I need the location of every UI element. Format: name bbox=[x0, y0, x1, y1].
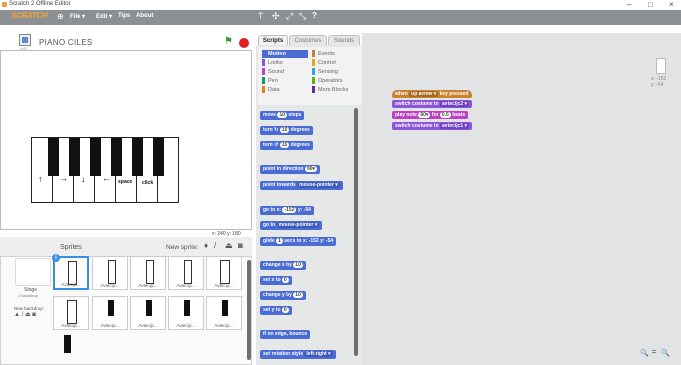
sprite-thumb[interactable]: Avtecijc... bbox=[92, 256, 128, 290]
block-set-y[interactable]: set y to 0 bbox=[260, 306, 292, 315]
globe-icon[interactable]: ⊕ bbox=[57, 12, 64, 21]
black-key bbox=[90, 138, 101, 176]
sprite-thumb[interactable]: Avtecijc... bbox=[206, 296, 242, 330]
space-label: space bbox=[118, 179, 133, 185]
zoom-out-icon[interactable]: 🔍 bbox=[640, 349, 649, 357]
category-data[interactable]: Data bbox=[262, 86, 280, 94]
tab-scripts[interactable]: Scripts bbox=[258, 35, 288, 45]
shrink-tool-icon[interactable]: ⤡ bbox=[299, 11, 306, 22]
close-button[interactable]: × bbox=[669, 0, 674, 9]
script-switch-costume-2[interactable]: switch costume to avtecijc1 ▾ bbox=[392, 122, 473, 130]
script-when-key-pressed[interactable]: when up arrow ▾ key pressed bbox=[392, 90, 472, 98]
grow-tool-icon[interactable]: ⤢ bbox=[286, 11, 293, 22]
sprite-thumb[interactable]: Avtecijc... bbox=[168, 296, 204, 330]
block-set-rotation-style[interactable]: set rotation style left-right ▾ bbox=[260, 350, 336, 359]
sprite-thumb[interactable]: Avtecijc... bbox=[168, 256, 204, 290]
black-key bbox=[153, 138, 164, 176]
block-point-in-direction[interactable]: point in direction 90▾ bbox=[260, 165, 321, 174]
block-change-y[interactable]: change y by 10 bbox=[260, 291, 306, 300]
arrow-left-label: ← bbox=[102, 173, 111, 183]
category-more-blocks[interactable]: More Blocks bbox=[312, 86, 348, 94]
menu-about[interactable]: About bbox=[136, 13, 153, 19]
new-sprite-label: New sprite: bbox=[166, 244, 199, 251]
script-switch-costume-1[interactable]: switch costume to avtecijc2 ▾ bbox=[392, 100, 473, 108]
arrow-down-label: ↓ bbox=[81, 174, 86, 184]
title-bar: Scratch 2 Offline Editor – □ × bbox=[0, 0, 681, 10]
category-operators[interactable]: Operators bbox=[312, 77, 342, 85]
help-tool-icon[interactable]: ? bbox=[312, 11, 317, 20]
script-play-note[interactable]: play note 60▾ for 0.5 beats bbox=[392, 111, 469, 119]
black-key bbox=[48, 138, 59, 176]
tab-sounds[interactable]: Sounds bbox=[328, 35, 360, 45]
scratch-logo[interactable]: SCRATCH bbox=[11, 11, 48, 20]
app-icon bbox=[2, 2, 7, 7]
duplicate-tool-icon[interactable]: ⍑ bbox=[258, 11, 263, 22]
category-looks[interactable]: Looks bbox=[262, 59, 283, 67]
palette-scrollbar[interactable] bbox=[354, 108, 358, 356]
delete-tool-icon[interactable]: ✣ bbox=[272, 11, 280, 22]
category-motion[interactable]: Motion bbox=[262, 50, 308, 58]
block-point-towards[interactable]: point towards mouse-pointer ▾ bbox=[260, 181, 343, 190]
backdrop-tools-icon[interactable]: ▲ / ⏏ ◙ bbox=[14, 311, 36, 318]
sprite-thumb[interactable]: Avtecijc... bbox=[130, 296, 166, 330]
backdrop-count: 1 backdrop bbox=[18, 293, 38, 298]
sprites-header: Sprites bbox=[60, 244, 82, 251]
sprite-thumb[interactable]: Avtecijc... bbox=[130, 256, 166, 290]
block-set-x[interactable]: set x to 0 bbox=[260, 276, 292, 285]
project-title[interactable]: PIANO CILES bbox=[39, 38, 93, 47]
block-turn-right[interactable]: turn ↻ 15 degrees bbox=[260, 126, 313, 135]
category-events[interactable]: Events bbox=[312, 50, 335, 58]
sprite-info-icon[interactable]: i bbox=[52, 254, 60, 262]
block-move[interactable]: move 10 steps bbox=[260, 111, 305, 120]
menu-edit[interactable]: Edit ▾ bbox=[96, 13, 112, 20]
click-label: click bbox=[142, 180, 154, 186]
upload-sprite-icon[interactable]: ⏏ bbox=[225, 241, 233, 250]
block-change-x[interactable]: change x by 10 bbox=[260, 261, 306, 270]
block-glide[interactable]: glide 1 secs to x: -152 y: -54 bbox=[260, 237, 337, 246]
zoom-reset-icon[interactable]: = bbox=[652, 349, 656, 356]
window-title: Scratch 2 Offline Editor bbox=[9, 1, 71, 7]
menu-file[interactable]: File ▾ bbox=[70, 13, 85, 20]
camera-sprite-icon[interactable]: ◙ bbox=[238, 241, 243, 250]
stop-icon[interactable] bbox=[239, 38, 249, 48]
green-flag-icon[interactable]: ⚑ bbox=[224, 36, 233, 47]
arrow-right-label: → bbox=[59, 173, 68, 183]
piano-sprite[interactable]: ↑ → ↓ ← space click bbox=[31, 137, 179, 203]
category-control[interactable]: Control bbox=[312, 59, 336, 67]
category-pen[interactable]: Pen bbox=[262, 77, 278, 85]
zoom-in-icon[interactable]: 🔍 bbox=[661, 349, 670, 357]
sprite-y-readout: y: -54 bbox=[651, 82, 664, 88]
block-go-to[interactable]: go to mouse-pointer ▾ bbox=[260, 221, 323, 230]
paint-sprite-icon[interactable]: / bbox=[214, 241, 216, 250]
minimize-button[interactable]: – bbox=[627, 0, 631, 9]
category-sound[interactable]: Sound bbox=[262, 68, 284, 76]
block-turn-left[interactable]: turn ↺ 15 degrees bbox=[260, 141, 313, 150]
sprite-thumb[interactable]: Avtecijc... bbox=[53, 296, 89, 330]
category-sensing[interactable]: Sensing bbox=[312, 68, 338, 76]
black-key bbox=[111, 138, 122, 176]
block-bounce[interactable]: if on edge, bounce bbox=[260, 330, 311, 339]
sprite-thumb[interactable]: Avtecijc... bbox=[92, 296, 128, 330]
arrow-up-label: ↑ bbox=[38, 174, 43, 184]
black-key bbox=[69, 138, 80, 176]
scripts-area[interactable] bbox=[362, 33, 681, 365]
sprite-pane-scrollbar[interactable] bbox=[247, 260, 251, 360]
sprite-thumb[interactable]: Avtecijc... bbox=[206, 256, 242, 290]
block-go-to-xy[interactable]: go to x: -152 y: -54 bbox=[260, 206, 314, 215]
sprite-corner-preview bbox=[656, 58, 666, 74]
black-key bbox=[132, 138, 143, 176]
sprite-library-icon[interactable]: ♦ bbox=[204, 241, 208, 250]
maximize-button[interactable]: □ bbox=[648, 0, 653, 9]
menu-tips[interactable]: Tips bbox=[118, 13, 130, 19]
presentation-mode-icon[interactable] bbox=[19, 34, 31, 46]
sprite-thumb[interactable] bbox=[64, 335, 71, 353]
tab-costumes[interactable]: Costumes bbox=[289, 35, 327, 45]
stage-thumbnail[interactable] bbox=[15, 258, 51, 286]
